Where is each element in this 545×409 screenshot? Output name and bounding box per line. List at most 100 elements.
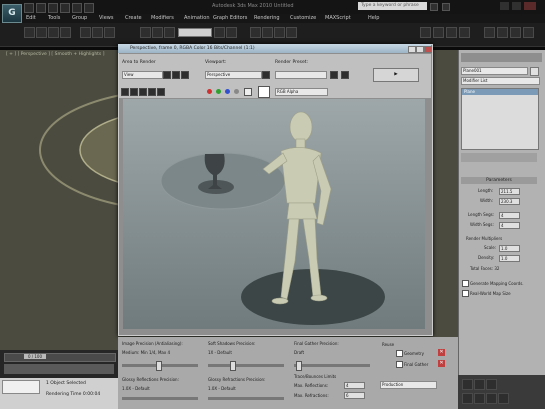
menu-edit[interactable]: Edit [26,15,36,21]
real-world-map-checkbox[interactable] [462,290,469,297]
parameters-rollout[interactable]: Parameters [461,177,537,184]
bind-space-warp-icon[interactable] [60,27,71,38]
project-folder-icon[interactable] [84,3,94,13]
align-icon[interactable] [523,27,534,38]
frame-counter[interactable]: 0 / 100 [24,354,46,359]
snap-toggle-icon[interactable] [250,27,261,38]
command-panel-tabs[interactable] [461,53,542,62]
curve-editor-icon[interactable] [497,27,508,38]
width-segs-spinner[interactable]: 4 [499,222,520,229]
menu-rendering[interactable]: Rendering [254,15,280,21]
color-swatch[interactable] [258,86,270,98]
width-spinner[interactable]: 230.3 [499,198,520,205]
undo-toolbar-icon[interactable] [24,27,35,38]
auto-region-icon[interactable] [172,71,180,79]
angle-snap-icon[interactable] [262,27,273,38]
render-window-close[interactable] [424,46,432,53]
area-to-render-dropdown[interactable]: View [122,71,163,79]
glossy-reflections-slider[interactable] [122,397,198,400]
rendered-frame-window-icon[interactable] [446,27,457,38]
save-file-icon[interactable] [48,3,58,13]
object-color-swatch[interactable] [530,67,539,76]
percent-snap-icon[interactable] [274,27,285,38]
green-channel-toggle[interactable] [216,89,221,94]
spinner-snap-icon[interactable] [286,27,297,38]
menu-customize[interactable]: Customize [290,15,316,21]
modifier-list-dropdown[interactable]: Modifier List [461,77,540,85]
maximize-viewport-icon[interactable] [498,393,509,404]
zoom-all-icon[interactable] [474,379,485,390]
minimize-button[interactable] [500,2,509,10]
layer-manager-icon[interactable] [510,27,521,38]
render-preset-dropdown[interactable] [275,71,327,79]
alpha-channel-toggle[interactable] [234,89,239,94]
modifier-stack[interactable] [461,88,539,150]
monochrome-toggle[interactable] [244,88,252,96]
viewport-label[interactable]: [ + ] [ Perspective ] [ Smooth + Highlig… [6,52,104,57]
render-window-minimize[interactable] [408,46,416,53]
length-spinner[interactable]: 211.5 [499,188,520,195]
undo-icon[interactable] [60,3,70,13]
help-icon[interactable] [442,3,450,11]
menu-graph-editors[interactable]: Graph Editors [213,15,247,21]
link-icon[interactable] [36,27,47,38]
red-channel-toggle[interactable] [207,89,212,94]
generate-mapping-checkbox[interactable] [462,280,469,287]
select-manipulate-icon[interactable] [226,27,237,38]
final-gather-checkbox[interactable] [396,361,403,368]
select-object-icon[interactable] [80,27,91,38]
redo-icon[interactable] [72,3,82,13]
environment-effects-icon[interactable] [341,71,349,79]
menu-group[interactable]: Group [72,15,87,21]
soft-shadows-slider[interactable] [208,364,284,367]
move-icon[interactable] [140,27,151,38]
orbit-icon[interactable] [486,393,497,404]
scale-spinner[interactable]: 1.0 [499,245,520,252]
save-image-icon[interactable] [121,88,129,96]
region-select-icon[interactable] [104,27,115,38]
final-gather-slider[interactable] [294,364,370,367]
stack-item-plane[interactable]: Plane [462,89,538,95]
menu-help[interactable]: Help [368,15,379,21]
menu-tools[interactable]: Tools [48,15,60,21]
render-setup-icon[interactable] [433,27,444,38]
menu-create[interactable]: Create [125,15,142,21]
soft-shadows-slider-thumb[interactable] [230,361,236,371]
object-name-field[interactable]: Plane001 [461,67,528,75]
viewport-dropdown[interactable]: Perspective [205,71,262,79]
search-icon[interactable] [430,3,438,11]
render-window-maximize[interactable] [416,46,424,53]
pivot-center-icon[interactable] [214,27,225,38]
menu-animation[interactable]: Animation [184,15,210,21]
render-window-save-icon[interactable] [181,71,189,79]
menu-maxscript[interactable]: MAXScript [325,15,351,21]
print-image-icon[interactable] [148,88,156,96]
reference-coordinate-dropdown[interactable] [178,28,212,37]
lock-viewport-icon[interactable] [262,71,270,79]
new-file-icon[interactable] [24,3,34,13]
material-editor-icon[interactable] [420,27,431,38]
app-logo-button[interactable]: G [2,4,22,23]
select-by-name-icon[interactable] [92,27,103,38]
copy-image-icon[interactable] [130,88,138,96]
blue-channel-toggle[interactable] [225,89,230,94]
menu-modifiers[interactable]: Modifiers [151,15,174,21]
clear-geometry-cache-button[interactable]: ✕ [438,349,445,356]
time-slider[interactable] [4,353,116,362]
scale-icon[interactable] [164,27,175,38]
edit-region-icon[interactable] [163,71,171,79]
length-segs-spinner[interactable]: 4 [499,212,520,219]
render-production-icon[interactable] [459,27,470,38]
clear-image-icon[interactable] [157,88,165,96]
pan-icon[interactable] [474,393,485,404]
production-dropdown[interactable]: Production [380,381,437,389]
maximize-button[interactable] [512,2,521,10]
render-setup-small-icon[interactable] [330,71,338,79]
maxscript-listener-field[interactable] [2,380,40,394]
track-bar[interactable] [4,364,114,374]
density-spinner[interactable]: 1.0 [499,255,520,262]
clear-fg-cache-button[interactable]: ✕ [438,360,445,367]
search-input[interactable]: Type a keyword or phrase [358,2,427,10]
unlink-icon[interactable] [48,27,59,38]
render-button[interactable]: ▶ [373,68,419,82]
